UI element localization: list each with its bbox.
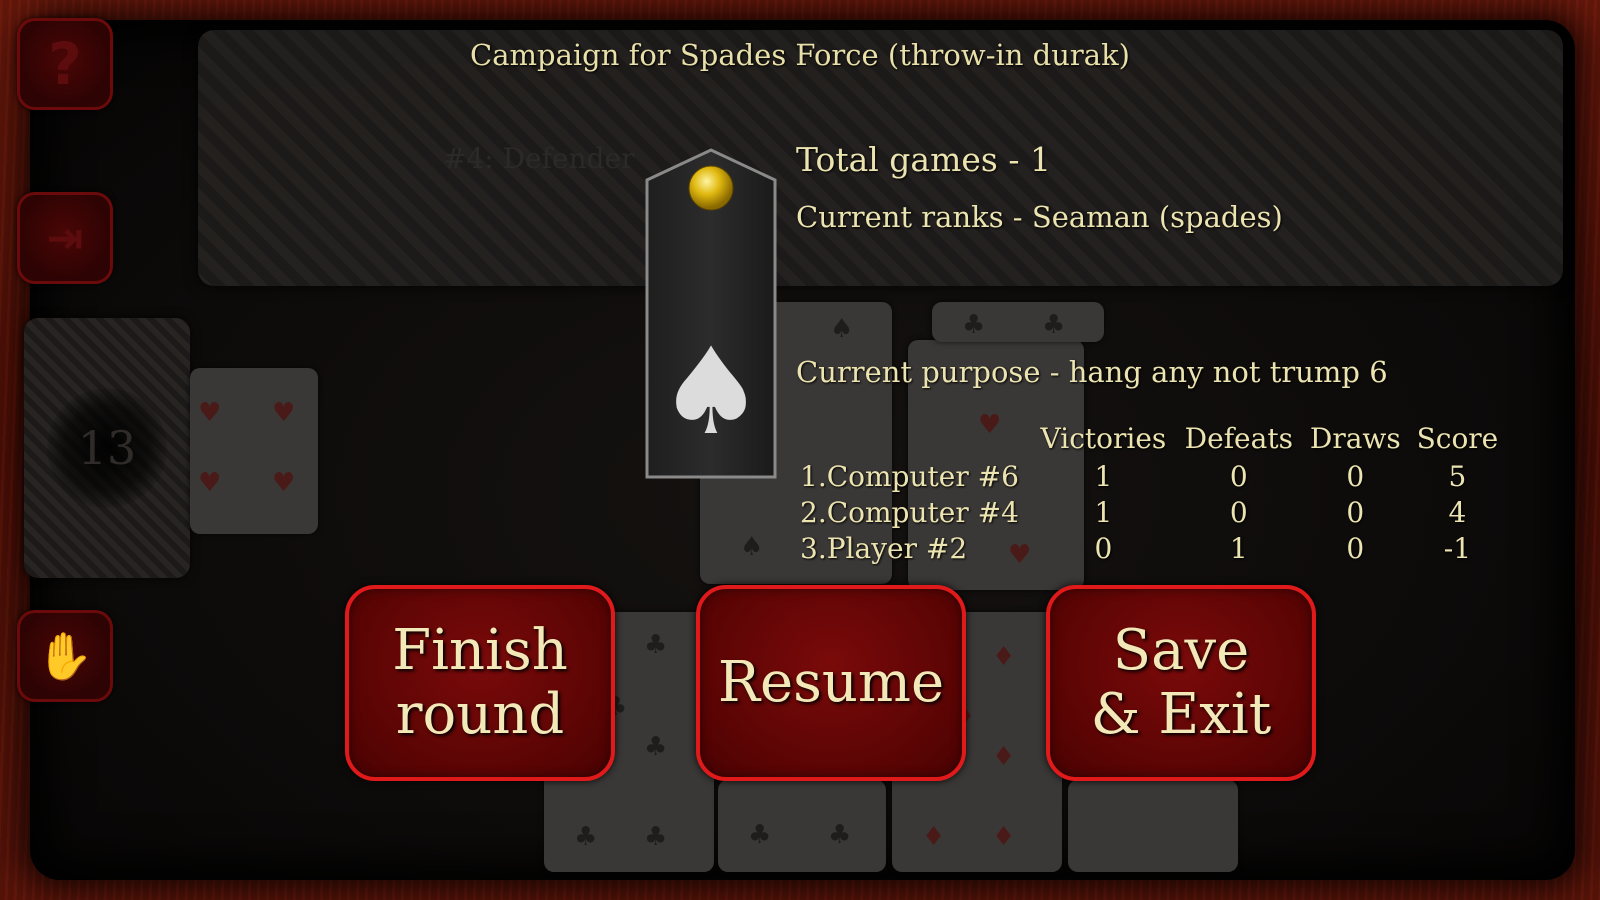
total-games: Total games - 1 (796, 140, 1051, 179)
score-cell: 4 (1448, 495, 1467, 529)
draw-deck: 13 (24, 318, 190, 578)
svg-text:♠: ♠ (657, 323, 765, 462)
player-name: 2.Computer #4 (800, 495, 1019, 529)
draws-cell: 0 (1346, 495, 1365, 529)
table-row: 3.Player #2 0 1 0 -1 (796, 530, 1506, 566)
hand-card[interactable]: ♣ ♣ (718, 780, 886, 872)
finish-round-button[interactable]: Finish round (345, 585, 615, 781)
victories-cell: 1 (1094, 459, 1113, 493)
player-name: 3.Player #2 (800, 531, 968, 565)
finish-label-line1: Finish (392, 618, 568, 683)
draws-cell: 0 (1346, 459, 1365, 493)
score-cell: 5 (1448, 459, 1467, 493)
save-label-line2: & Exit (1090, 682, 1272, 747)
defeats-cell: 1 (1229, 531, 1248, 565)
forward-glyph: ⇥ (46, 212, 84, 264)
scoreboard-table: Victories Defeats Draws Score 1.Computer… (796, 418, 1506, 566)
victories-cell: 1 (1094, 495, 1113, 529)
finish-label-line2: round (395, 682, 565, 747)
header-defeats: Defeats (1184, 421, 1293, 455)
header-score: Score (1416, 421, 1499, 455)
current-ranks: Current ranks - Seaman (spades) (796, 200, 1283, 234)
table-card: ♣ ♣ (932, 302, 1104, 342)
resume-label: Resume (717, 650, 945, 715)
draws-cell: 0 (1346, 531, 1365, 565)
defeats-cell: 0 (1229, 459, 1248, 493)
resume-button[interactable]: Resume (696, 585, 966, 781)
player-name: 1.Computer #6 (800, 459, 1019, 493)
rank-epaulette-icon: ♠ (645, 148, 777, 479)
hand-card[interactable] (1068, 780, 1238, 872)
header-draws: Draws (1309, 421, 1401, 455)
defeats-cell: 0 (1229, 495, 1248, 529)
hand-icon[interactable]: ✋ (17, 610, 113, 702)
opponent-label: #4: Defender (443, 142, 635, 175)
deck-count: 13 (77, 421, 137, 475)
current-purpose: Current purpose - hang any not trump 6 (796, 355, 1388, 389)
victories-cell: 0 (1094, 531, 1113, 565)
header-name (796, 418, 1031, 458)
header-victories: Victories (1040, 421, 1167, 455)
table-row: 2.Computer #4 1 0 0 4 (796, 494, 1506, 530)
trump-card: ♥ ♥ ♥ ♥ (190, 368, 318, 534)
table-row: 1.Computer #6 1 0 0 5 (796, 458, 1506, 494)
scoreboard-header: Victories Defeats Draws Score (796, 418, 1506, 458)
hand-glyph: ✋ (36, 628, 94, 683)
page-title: Campaign for Spades Force (throw-in dura… (470, 38, 1130, 72)
save-label-line1: Save (1112, 618, 1250, 683)
forward-icon[interactable]: ⇥ (17, 192, 113, 284)
score-cell: -1 (1443, 531, 1472, 565)
save-exit-button[interactable]: Save & Exit (1046, 585, 1316, 781)
